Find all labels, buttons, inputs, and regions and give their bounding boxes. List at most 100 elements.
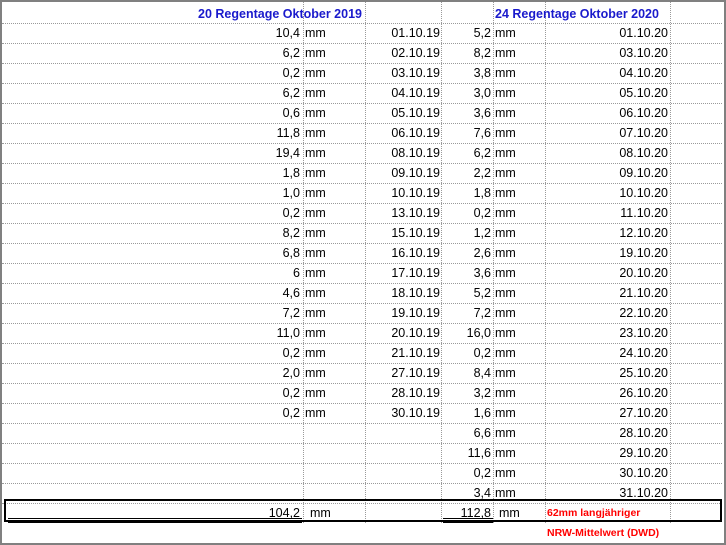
date-2020: 05.10.20 bbox=[619, 86, 668, 100]
value-2019: 0,2 bbox=[282, 346, 300, 360]
unit-2019: mm bbox=[305, 26, 326, 40]
value-2019: 2,0 bbox=[282, 366, 300, 380]
unit-2019: mm bbox=[305, 186, 326, 200]
unit-2019: mm bbox=[305, 46, 326, 60]
unit-2019: mm bbox=[305, 126, 326, 140]
value-2020: 3,8 bbox=[473, 66, 491, 80]
unit-2020: mm bbox=[495, 426, 516, 440]
date-2019: 18.10.19 bbox=[391, 286, 440, 300]
date-2019: 02.10.19 bbox=[391, 46, 440, 60]
value-2020: 7,6 bbox=[473, 126, 491, 140]
value-2020: 0,2 bbox=[473, 346, 491, 360]
unit-2020: mm bbox=[495, 166, 516, 180]
date-2020: 08.10.20 bbox=[619, 146, 668, 160]
date-2020: 26.10.20 bbox=[619, 386, 668, 400]
date-2020: 12.10.20 bbox=[619, 226, 668, 240]
unit-2020: mm bbox=[495, 126, 516, 140]
value-2020: 3,6 bbox=[473, 106, 491, 120]
date-2019: 20.10.19 bbox=[391, 326, 440, 340]
value-2019: 10,4 bbox=[275, 26, 300, 40]
value-2019: 6,2 bbox=[282, 46, 300, 60]
value-2020: 1,6 bbox=[473, 406, 491, 420]
totals-right-border bbox=[720, 499, 722, 522]
value-2020: 0,2 bbox=[473, 206, 491, 220]
unit-2019: mm bbox=[305, 386, 326, 400]
unit-2020: mm bbox=[495, 26, 516, 40]
date-2020: 27.10.20 bbox=[619, 406, 668, 420]
date-2019: 16.10.19 bbox=[391, 246, 440, 260]
unit-2019: mm bbox=[305, 306, 326, 320]
date-2019: 28.10.19 bbox=[391, 386, 440, 400]
unit-2020: mm bbox=[495, 46, 516, 60]
date-2019: 03.10.19 bbox=[391, 66, 440, 80]
unit-2020: mm bbox=[495, 146, 516, 160]
unit-2019: mm bbox=[305, 66, 326, 80]
unit-2019: mm bbox=[305, 146, 326, 160]
total-2020-unit: mm bbox=[499, 506, 520, 520]
unit-2019: mm bbox=[305, 266, 326, 280]
date-2020: 07.10.20 bbox=[619, 126, 668, 140]
value-2019: 8,2 bbox=[282, 226, 300, 240]
value-2020: 0,2 bbox=[473, 466, 491, 480]
unit-2020: mm bbox=[495, 66, 516, 80]
value-2019: 0,2 bbox=[282, 406, 300, 420]
date-2020: 09.10.20 bbox=[619, 166, 668, 180]
date-2020: 28.10.20 bbox=[619, 426, 668, 440]
unit-2020: mm bbox=[495, 446, 516, 460]
date-2020: 23.10.20 bbox=[619, 326, 668, 340]
unit-2020: mm bbox=[495, 186, 516, 200]
value-2020: 11,6 bbox=[467, 446, 491, 460]
unit-2020: mm bbox=[495, 286, 516, 300]
header-2020: 24 Regentage Oktober 2020 bbox=[495, 7, 659, 21]
date-2020: 04.10.20 bbox=[619, 66, 668, 80]
unit-2020: mm bbox=[495, 326, 516, 340]
value-2020: 1,8 bbox=[473, 186, 491, 200]
note-line-2: NRW-Mittelwert (DWD) bbox=[547, 527, 660, 539]
unit-2020: mm bbox=[495, 366, 516, 380]
date-2019: 04.10.19 bbox=[391, 86, 440, 100]
date-2019: 27.10.19 bbox=[391, 366, 440, 380]
unit-2019: mm bbox=[305, 86, 326, 100]
date-2020: 20.10.20 bbox=[619, 266, 668, 280]
date-2020: 30.10.20 bbox=[619, 466, 668, 480]
date-2019: 19.10.19 bbox=[391, 306, 440, 320]
value-2020: 6,6 bbox=[473, 426, 491, 440]
unit-2020: mm bbox=[495, 386, 516, 400]
unit-2020: mm bbox=[495, 106, 516, 120]
value-2020: 5,2 bbox=[473, 26, 491, 40]
value-2020: 2,6 bbox=[473, 246, 491, 260]
date-2020: 01.10.20 bbox=[619, 26, 668, 40]
date-2020: 11.10.20 bbox=[620, 206, 668, 220]
unit-2020: mm bbox=[495, 266, 516, 280]
unit-2019: mm bbox=[305, 226, 326, 240]
value-2019: 0,2 bbox=[282, 206, 300, 220]
unit-2019: mm bbox=[305, 346, 326, 360]
unit-2020: mm bbox=[495, 226, 516, 240]
date-2020: 25.10.20 bbox=[619, 366, 668, 380]
value-2020: 5,2 bbox=[473, 286, 491, 300]
unit-2020: mm bbox=[495, 406, 516, 420]
date-2020: 22.10.20 bbox=[619, 306, 668, 320]
value-2019: 11,0 bbox=[276, 326, 300, 340]
value-2020: 1,2 bbox=[473, 226, 491, 240]
unit-2020: mm bbox=[495, 346, 516, 360]
unit-2020: mm bbox=[495, 206, 516, 220]
value-2019: 6,8 bbox=[282, 246, 300, 260]
total-2019-unit: mm bbox=[310, 506, 331, 520]
unit-2019: mm bbox=[305, 366, 326, 380]
date-2020: 19.10.20 bbox=[619, 246, 668, 260]
totals-left-border bbox=[4, 499, 6, 522]
date-2020: 24.10.20 bbox=[619, 346, 668, 360]
date-2019: 10.10.19 bbox=[391, 186, 440, 200]
value-2019: 0,2 bbox=[282, 66, 300, 80]
total-2020-underline bbox=[443, 518, 493, 523]
value-2019: 11,8 bbox=[276, 126, 300, 140]
value-2020: 16,0 bbox=[466, 326, 491, 340]
value-2019: 0,2 bbox=[282, 386, 300, 400]
value-2019: 19,4 bbox=[275, 146, 300, 160]
unit-2020: mm bbox=[495, 466, 516, 480]
value-2019: 1,8 bbox=[282, 166, 300, 180]
date-2019: 01.10.19 bbox=[391, 26, 440, 40]
value-2019: 6 bbox=[293, 266, 300, 280]
value-2020: 6,2 bbox=[473, 146, 491, 160]
